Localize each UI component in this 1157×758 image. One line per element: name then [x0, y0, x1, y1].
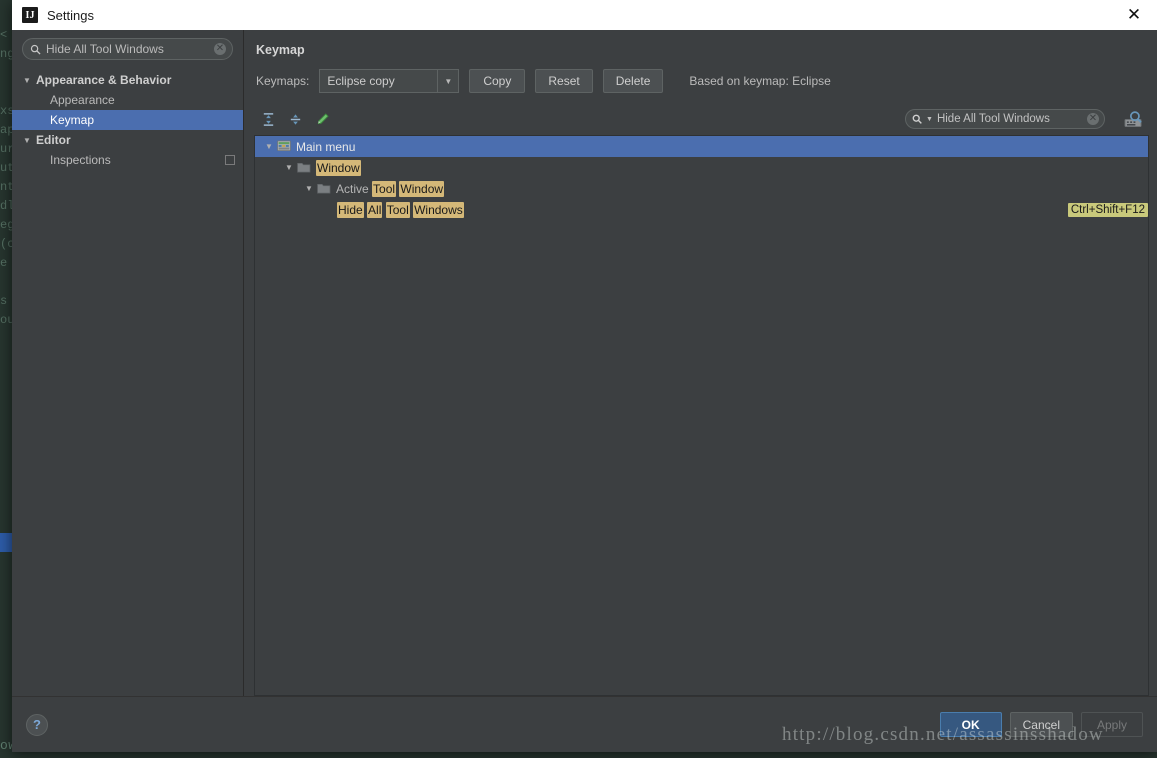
clear-icon[interactable]: ✕ — [1087, 113, 1099, 125]
sidebar-search-container: Hide All Tool Windows ✕ — [12, 38, 243, 70]
keymap-tree-toolbar: ▼ Hide All Tool Windows ✕ — [254, 107, 1149, 131]
collapse-all-icon[interactable] — [287, 111, 304, 128]
copy-button[interactable]: Copy — [469, 69, 526, 93]
help-button[interactable]: ? — [26, 713, 48, 736]
cancel-button[interactable]: Cancel — [1009, 712, 1073, 737]
page-title: Keymap — [256, 43, 305, 57]
chevron-down-icon: ▼ — [437, 70, 458, 92]
close-icon[interactable]: ✕ — [1111, 0, 1157, 30]
dialog-body: Hide All Tool Windows ✕ ▼ Appearance & Be… — [12, 30, 1157, 696]
sidebar-item-label: Appearance — [50, 93, 115, 107]
tree-item-label: Active Tool Window — [336, 180, 445, 197]
copy-icon — [225, 155, 235, 165]
find-by-shortcut-icon[interactable] — [1123, 110, 1143, 128]
tree-item-text: Active — [336, 181, 373, 196]
keymap-tree[interactable]: ▼Main menu▼Window▼Active Tool Window▼Hid… — [254, 135, 1149, 696]
expand-all-icon[interactable] — [260, 111, 277, 128]
sidebar-item-label: Keymap — [50, 113, 95, 127]
background-highlight-line — [0, 533, 12, 552]
tree-indent-spacer: ▼ — [321, 205, 337, 214]
search-match-highlight: Tool — [385, 201, 410, 218]
chevron-down-icon[interactable]: ▼ — [261, 142, 277, 151]
based-on-keymap-label: Based on keymap: Eclipse — [689, 74, 831, 88]
search-options-chevron-icon[interactable]: ▼ — [926, 116, 933, 123]
keymap-search-input[interactable]: ▼ Hide All Tool Windows ✕ — [905, 109, 1105, 129]
sidebar-item-label: Appearance & Behavior — [36, 73, 172, 87]
settings-dialog: IJ Settings ✕ Hide All Tool Windows ✕ ▼ A… — [12, 0, 1157, 752]
search-icon — [30, 44, 41, 55]
dialog-title: Settings — [47, 7, 94, 23]
dialog-titlebar: IJ Settings ✕ — [12, 0, 1157, 30]
ok-button[interactable]: OK — [939, 712, 1002, 737]
folder-icon — [317, 182, 332, 195]
shortcut-badge: Ctrl+Shift+F12 — [1067, 202, 1148, 217]
intellij-idea-icon: IJ — [22, 7, 38, 23]
search-match-highlight: Windows — [413, 201, 464, 218]
keymap-select[interactable]: Eclipse copy ▼ — [319, 69, 460, 93]
chevron-down-icon[interactable]: ▼ — [281, 163, 297, 172]
keymap-selector-row: Keymaps: Eclipse copy ▼ Copy Reset Delet… — [254, 69, 1149, 93]
sidebar-item-editor[interactable]: ▼ Editor — [12, 130, 243, 150]
sidebar-item-label: Editor — [36, 133, 71, 147]
sidebar-item-appearance[interactable]: Appearance — [12, 90, 243, 110]
search-match-highlight: Hide — [337, 201, 364, 218]
sidebar-item-keymap[interactable]: Keymap — [12, 110, 243, 130]
keymap-tree-rows: ▼Main menu▼Window▼Active Tool Window▼Hid… — [255, 136, 1148, 220]
chevron-down-icon[interactable]: ▼ — [18, 76, 36, 85]
chevron-down-icon[interactable]: ▼ — [18, 136, 36, 145]
dialog-footer: ? OK Cancel Apply — [12, 696, 1157, 752]
keymaps-label: Keymaps: — [256, 74, 310, 88]
tree-row[interactable]: ▼ Main menu — [255, 136, 1148, 157]
main-menu-icon — [277, 140, 292, 153]
tree-row[interactable]: ▼ Active Tool Window — [255, 178, 1148, 199]
reset-button[interactable]: Reset — [535, 69, 593, 93]
sidebar-item-list: ▼ Appearance & Behavior Appearance Keymap ▼ E… — [12, 70, 243, 170]
delete-button[interactable]: Delete — [602, 69, 664, 93]
tree-row[interactable]: ▼Hide All Tool Windows Ctrl+Shift+F12 — [255, 199, 1148, 220]
sidebar-item-inspections[interactable]: Inspections — [12, 150, 243, 170]
tree-item-text: Main menu — [296, 139, 356, 154]
sidebar-item-appearance-behavior[interactable]: ▼ Appearance & Behavior — [12, 70, 243, 90]
tree-row[interactable]: ▼ Window — [255, 157, 1148, 178]
settings-search-input[interactable]: Hide All Tool Windows ✕ — [22, 38, 233, 60]
settings-sidebar: Hide All Tool Windows ✕ ▼ Appearance & Be… — [12, 30, 244, 696]
settings-search-value: Hide All Tool Windows — [46, 42, 164, 56]
search-match-highlight: Window — [316, 159, 361, 176]
sidebar-item-label: Inspections — [50, 153, 111, 167]
tree-item-label: Main menu — [296, 140, 355, 154]
keymap-select-value: Eclipse copy — [327, 74, 395, 88]
keymap-search-value: Hide All Tool Windows — [936, 113, 1050, 125]
tree-item-label: Window — [316, 159, 361, 176]
chevron-down-icon[interactable]: ▼ — [301, 184, 317, 193]
keymap-panel: Keymap Keymaps: Eclipse copy ▼ Copy Rese… — [244, 30, 1157, 696]
search-match-highlight: All — [367, 201, 383, 218]
apply-button[interactable]: Apply — [1081, 712, 1143, 737]
search-icon — [912, 114, 922, 124]
clear-icon[interactable]: ✕ — [214, 43, 226, 55]
tree-item-label: Hide All Tool Windows — [337, 201, 464, 218]
search-match-highlight: Tool — [372, 180, 397, 197]
search-match-highlight: Window — [399, 180, 445, 197]
folder-icon — [297, 161, 312, 174]
edit-pencil-icon[interactable] — [314, 111, 331, 128]
